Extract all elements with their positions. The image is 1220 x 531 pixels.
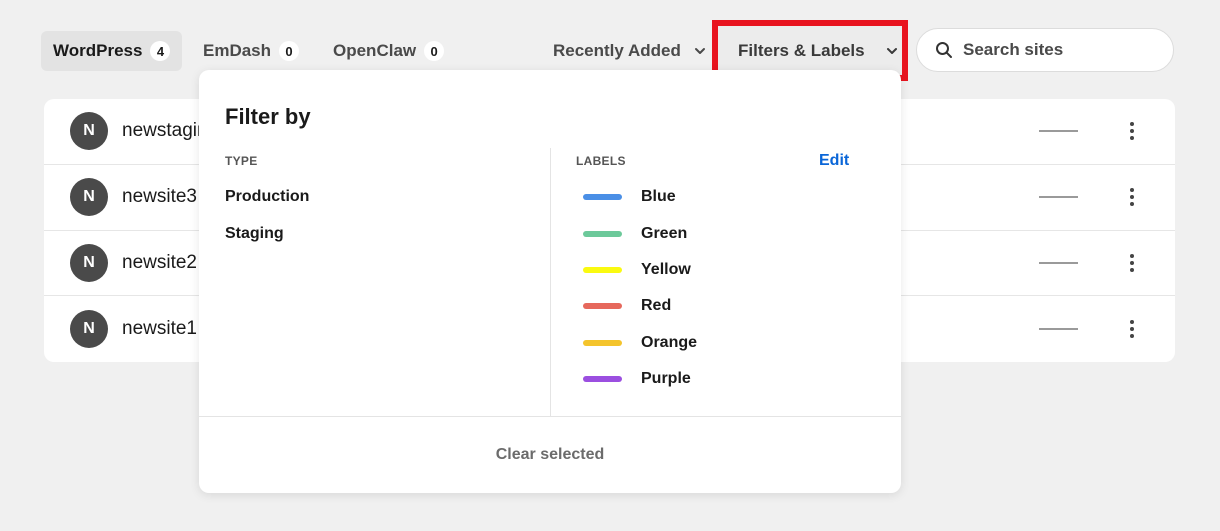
type-header: TYPE (225, 154, 258, 168)
site-name[interactable]: newsite3 (122, 186, 197, 208)
label-swatch (583, 231, 622, 237)
type-option-production[interactable]: Production (225, 188, 309, 206)
status-dash (1039, 261, 1078, 264)
label-option-purple[interactable]: Purple (583, 368, 691, 390)
label-name: Red (641, 297, 672, 314)
label-swatch (583, 340, 622, 346)
label-option-red[interactable]: Red (583, 295, 671, 317)
tab-wordpress[interactable]: WordPress 4 (41, 31, 183, 71)
more-options-icon[interactable] (1120, 185, 1144, 209)
avatar: N (70, 178, 108, 217)
tab-label: WordPress (53, 41, 143, 60)
more-options-icon[interactable] (1120, 317, 1144, 341)
label-name: Purple (641, 370, 691, 387)
avatar: N (70, 243, 108, 282)
sort-label: Recently Added (553, 41, 681, 60)
sort-dropdown[interactable]: Recently Added (553, 31, 707, 71)
search-icon (936, 42, 952, 58)
site-name[interactable]: newsite2 (122, 252, 197, 274)
labels-header: LABELS (576, 154, 626, 168)
dropdown-title: Filter by (225, 104, 311, 129)
tab-label: EmDash (203, 41, 272, 60)
label-name: Blue (641, 188, 676, 205)
label-option-yellow[interactable]: Yellow (583, 259, 691, 281)
label-swatch (583, 194, 622, 200)
tab-count-badge: 0 (279, 41, 300, 61)
label-swatch (583, 267, 622, 273)
search-box[interactable] (916, 28, 1174, 72)
filter-dropdown: Filter by TYPE Production Staging LABELS… (199, 70, 901, 493)
label-option-green[interactable]: Green (583, 223, 687, 245)
label-swatch (583, 303, 622, 309)
chevron-down-icon (694, 48, 705, 54)
tab-label: OpenClaw (333, 41, 417, 60)
footer-divider (199, 416, 901, 417)
avatar: N (70, 112, 108, 151)
status-dash (1039, 130, 1078, 133)
column-divider (550, 148, 551, 416)
edit-labels-link[interactable]: Edit (819, 152, 849, 170)
tab-count-badge: 0 (424, 41, 445, 61)
tab-count-badge: 4 (150, 41, 171, 61)
label-name: Yellow (641, 261, 691, 278)
clear-selected-button[interactable]: Clear selected (199, 446, 901, 464)
more-options-icon[interactable] (1120, 119, 1144, 143)
label-name: Green (641, 225, 688, 242)
search-input[interactable] (963, 40, 1163, 60)
tab-openclaw[interactable]: OpenClaw 0 (321, 31, 456, 71)
chevron-down-icon (886, 47, 897, 54)
label-swatch (583, 376, 622, 382)
label-option-orange[interactable]: Orange (583, 332, 697, 354)
type-option-staging[interactable]: Staging (225, 225, 284, 243)
status-dash (1039, 196, 1078, 199)
site-name[interactable]: newsite1 (122, 318, 197, 340)
status-dash (1039, 328, 1078, 331)
label-name: Orange (641, 334, 698, 351)
label-option-blue[interactable]: Blue (583, 186, 676, 208)
filters-label: Filters & Labels (738, 40, 865, 60)
avatar: N (70, 310, 108, 349)
tab-emdash[interactable]: EmDash 0 (191, 31, 311, 71)
more-options-icon[interactable] (1120, 251, 1144, 275)
